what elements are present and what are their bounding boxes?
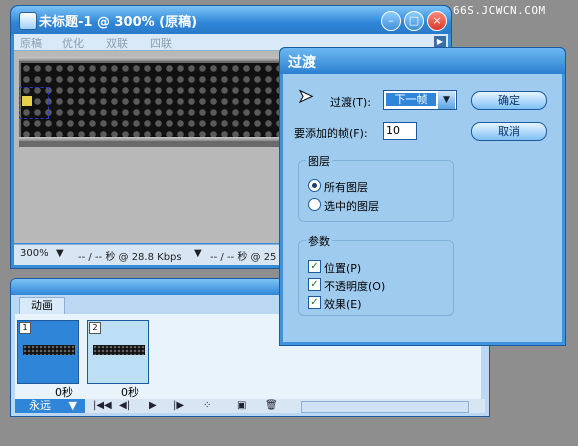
ok-button[interactable]: 确定 — [471, 91, 547, 110]
new-frame-icon[interactable]: ▣ — [237, 400, 246, 411]
all-layers-label[interactable]: 所有图层 — [324, 179, 368, 195]
opacity-label[interactable]: 不透明度(O) — [324, 278, 385, 294]
document-titlebar[interactable]: 未标题-1 @ 300% (原稿) – □ × — [11, 6, 451, 34]
document-title: 未标题-1 @ 300% (原稿) — [39, 15, 198, 30]
next-frame-icon[interactable]: |▶ — [173, 400, 184, 411]
dialog-title: 过渡 — [288, 55, 316, 71]
download-time-2[interactable]: -- / -- 秒 @ 25 — [210, 248, 276, 263]
effects-checkbox[interactable]: ✓ — [308, 296, 321, 309]
delete-frame-icon[interactable]: 🗑 — [265, 400, 278, 411]
frame-2-delay[interactable]: 0秒 — [121, 384, 139, 400]
all-layers-radio[interactable] — [308, 179, 321, 192]
loop-dropdown-icon[interactable]: ▼ — [69, 399, 77, 412]
maximize-icon[interactable]: □ — [404, 11, 424, 31]
dialog-titlebar[interactable]: 过渡 — [280, 48, 565, 74]
tab-2up[interactable]: 双联 — [106, 35, 128, 51]
frames-scrollbar[interactable] — [301, 401, 469, 413]
selection-marquee — [19, 87, 49, 119]
transition-value: 下一帧 — [386, 93, 436, 106]
frame-thumbnail — [23, 345, 75, 355]
position-checkbox[interactable]: ✓ — [308, 260, 321, 273]
play-icon[interactable]: ▶ — [149, 400, 157, 411]
frame-2[interactable]: 2 — [87, 320, 149, 384]
frame-1[interactable]: 1 — [17, 320, 79, 384]
download-time-1[interactable]: -- / -- 秒 @ 28.8 Kbps — [78, 248, 182, 263]
params-group-title: 参数 — [306, 233, 332, 249]
tab-optimized[interactable]: 优化 — [62, 35, 84, 51]
frame-number: 2 — [89, 322, 101, 334]
tab-4up[interactable]: 四联 — [150, 35, 172, 51]
loop-select[interactable]: 永远 ▼ — [15, 399, 85, 413]
prev-frame-icon[interactable]: ◀| — [119, 400, 130, 411]
opacity-checkbox[interactable]: ✓ — [308, 278, 321, 291]
loop-value: 永远 — [29, 399, 51, 412]
position-label[interactable]: 位置(P) — [324, 260, 361, 276]
layers-group-title: 图层 — [306, 153, 332, 169]
frame-1-delay[interactable]: 0秒 — [55, 384, 73, 400]
tab-animation[interactable]: 动画 — [19, 297, 65, 314]
zoom-dropdown-icon[interactable]: ▼ — [56, 248, 64, 259]
site-watermark: 66S.JCWCN.COM — [453, 4, 546, 17]
mouse-cursor-icon: ➤ — [297, 86, 314, 108]
close-icon[interactable]: × — [427, 11, 447, 31]
transition-label: 过渡(T): — [330, 96, 372, 109]
first-frame-icon[interactable]: |◀◀ — [93, 400, 112, 411]
speed-dropdown-icon[interactable]: ▼ — [194, 248, 202, 259]
frame-thumbnail — [93, 345, 145, 355]
tab-menu-arrow-icon[interactable]: ▶ — [434, 36, 446, 47]
tab-original[interactable]: 原稿 — [20, 35, 42, 51]
frame-number: 1 — [19, 322, 31, 334]
frames-to-add-input[interactable]: 10 — [383, 122, 417, 140]
document-icon — [19, 12, 37, 30]
tween-icon[interactable]: ⁘ — [203, 400, 211, 411]
selected-layers-radio[interactable] — [308, 198, 321, 211]
frames-to-add-label: 要添加的帧(F): — [294, 127, 368, 140]
minimize-icon[interactable]: – — [381, 11, 401, 31]
selected-layers-label[interactable]: 选中的图层 — [324, 198, 379, 214]
cancel-button[interactable]: 取消 — [471, 122, 547, 141]
transition-select[interactable]: 下一帧 ▼ — [383, 90, 457, 110]
chevron-down-icon[interactable]: ▼ — [438, 91, 455, 109]
zoom-level[interactable]: 300% — [20, 248, 49, 259]
effects-label[interactable]: 效果(E) — [324, 296, 362, 312]
